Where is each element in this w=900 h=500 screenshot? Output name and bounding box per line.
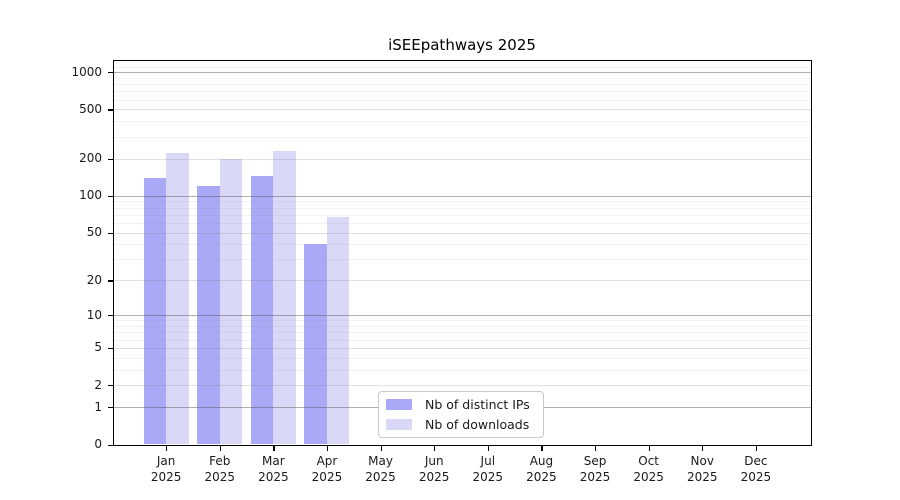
x-tick-may	[380, 445, 382, 451]
y-tick-label-2: 2	[94, 377, 102, 392]
y-tick-200	[108, 158, 113, 160]
legend: Nb of distinct IPs Nb of downloads	[378, 391, 544, 438]
legend-label-downloads: Nb of downloads	[425, 417, 530, 432]
x-tick-dec	[755, 445, 758, 451]
y-tick-label-0: 0	[94, 437, 102, 451]
gridline-7	[114, 332, 811, 334]
bar-downloads-jan	[166, 153, 189, 445]
gridline-300	[114, 136, 811, 138]
gridline-80	[114, 207, 811, 209]
gridline-60	[114, 222, 811, 224]
bar-distinct-ips-jan	[143, 177, 167, 445]
gridline-9	[114, 320, 811, 322]
x-tick-month: Dec	[744, 453, 768, 468]
x-tick-jun	[434, 445, 436, 451]
y-tick-2	[108, 385, 113, 387]
legend-label-distinct-ips: Nb of distinct IPs	[425, 397, 530, 412]
y-tick-10	[108, 315, 113, 317]
y-tick-label-20: 20	[86, 272, 102, 287]
gridline-600	[114, 99, 811, 101]
bar-distinct-ips-apr	[304, 244, 327, 445]
gridline-900	[114, 77, 811, 79]
bar-distinct-ips-mar	[250, 175, 274, 445]
gridline-30	[114, 259, 811, 261]
y-tick-label-200: 200	[79, 151, 102, 166]
gridline-70	[114, 214, 811, 216]
x-tick-jan	[166, 445, 168, 451]
legend-item-downloads: Nb of downloads	[386, 417, 535, 432]
gridline-6	[114, 339, 811, 341]
y-tick-1	[108, 407, 113, 409]
gridline-500	[114, 109, 811, 111]
x-tick-mar	[273, 445, 275, 451]
x-tick-label-dec: Dec 2025	[724, 453, 788, 486]
y-tick-label-100: 100	[79, 188, 102, 203]
y-tick-label-10: 10	[86, 307, 102, 322]
gridline-20	[114, 280, 811, 282]
gridline-8	[114, 326, 811, 328]
legend-item-distinct-ips: Nb of distinct IPs	[386, 397, 535, 412]
chart-figure: iSEEpathways 2025 0 1 2 5 10 20 50 100 200 500 100…	[0, 0, 900, 500]
gridline-800	[114, 84, 811, 86]
gridline-400	[114, 121, 811, 123]
y-tick-500	[108, 109, 113, 111]
y-tick-label-5: 5	[94, 340, 102, 355]
y-tick-5	[108, 347, 113, 350]
y-tick-label-50: 50	[86, 225, 102, 239]
x-tick-feb	[219, 445, 221, 451]
x-tick-oct	[648, 445, 650, 451]
gridline-700	[114, 91, 811, 93]
gridline-200	[114, 158, 811, 160]
gridline-1100	[114, 66, 811, 68]
y-tick-label-1: 1	[94, 399, 102, 414]
legend-swatch-downloads	[386, 419, 412, 430]
gridline-40	[114, 244, 811, 246]
gridline-100	[114, 195, 811, 197]
gridline-1000	[114, 72, 811, 73]
chart-title: iSEEpathways 2025	[388, 36, 536, 54]
x-tick-year: 2025	[740, 470, 772, 484]
gridline-5	[114, 347, 811, 349]
y-tick-20	[108, 280, 113, 282]
y-tick-50	[108, 232, 113, 234]
legend-swatch-distinct-ips	[386, 399, 412, 410]
gridline-4	[114, 357, 811, 359]
gridline-50	[114, 232, 811, 234]
x-tick-jul	[487, 445, 489, 451]
gridline-2	[114, 385, 811, 387]
y-tick-100	[108, 195, 113, 197]
y-tick-label-1000: 1000	[71, 64, 102, 79]
x-tick-nov	[702, 445, 704, 451]
gridline-3	[114, 369, 811, 371]
gridline-10	[114, 315, 811, 317]
y-tick-0	[108, 444, 113, 446]
x-tick-sep	[595, 445, 597, 451]
y-tick-1000	[108, 72, 113, 74]
x-tick-aug	[541, 445, 543, 451]
y-tick-label-500: 500	[79, 101, 102, 116]
gridline-90	[114, 201, 811, 203]
bar-downloads-apr	[326, 216, 350, 445]
x-tick-apr	[326, 445, 329, 451]
